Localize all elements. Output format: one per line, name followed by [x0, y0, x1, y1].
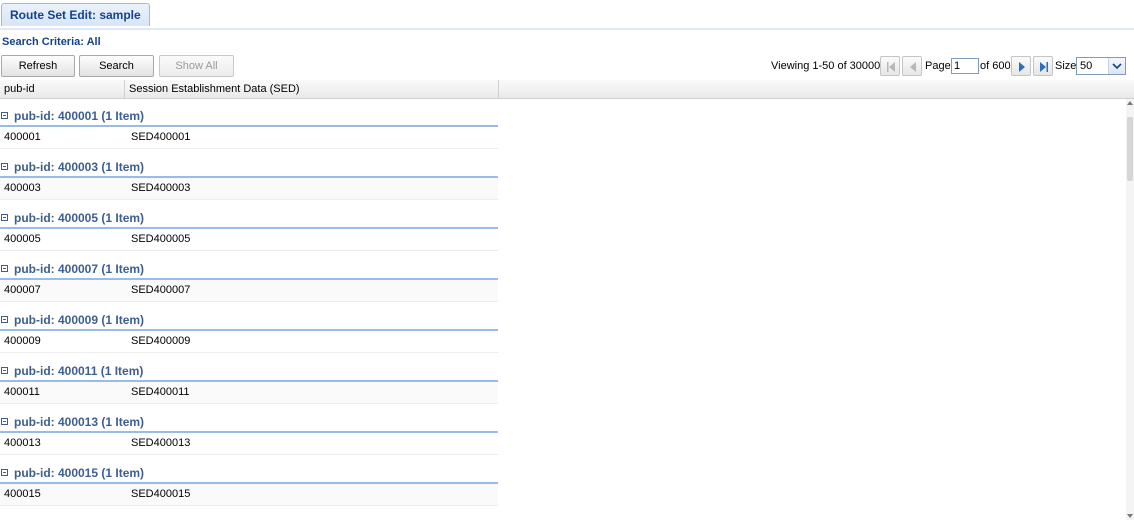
- group: pub-id: 400013 (1 Item) 400013 SED400013: [0, 411, 498, 455]
- table-row[interactable]: 400011 SED400011: [0, 382, 498, 404]
- table-row[interactable]: 400001 SED400001: [0, 127, 498, 149]
- sed-cell: SED400001: [131, 131, 191, 143]
- group-header[interactable]: pub-id: 400005 (1 Item): [0, 207, 498, 229]
- vertical-scrollbar[interactable]: [1126, 99, 1134, 520]
- search-criteria-label: Search Criteria: All: [2, 36, 101, 48]
- group-header[interactable]: pub-id: 400013 (1 Item): [0, 411, 498, 433]
- first-page-icon: [887, 62, 895, 72]
- group-title: pub-id: 400011 (1 Item): [14, 364, 144, 378]
- show-all-button[interactable]: Show All: [159, 55, 234, 77]
- collapse-icon[interactable]: [1, 214, 8, 221]
- next-page-button[interactable]: [1011, 56, 1031, 76]
- sed-cell: SED400011: [131, 386, 190, 398]
- chevron-down-icon: [1112, 63, 1122, 70]
- sed-cell: SED400007: [131, 284, 191, 296]
- viewing-range-text: Viewing 1-50 of 30000: [771, 60, 881, 72]
- sed-cell: SED400005: [131, 233, 191, 245]
- next-page-icon: [1019, 62, 1025, 72]
- group-title: pub-id: 400015 (1 Item): [14, 466, 145, 480]
- group-title: pub-id: 400003 (1 Item): [14, 160, 145, 174]
- table-row[interactable]: 400003 SED400003: [0, 178, 498, 200]
- tab-bar: Route Set Edit: sample: [0, 0, 1134, 29]
- pub-id-cell: 400007: [4, 284, 41, 296]
- group: pub-id: 400005 (1 Item) 400005 SED400005: [0, 207, 498, 251]
- page-label: Page: [925, 60, 951, 72]
- group-header[interactable]: pub-id: 400011 (1 Item): [0, 360, 498, 382]
- size-label: Size: [1055, 60, 1077, 72]
- pub-id-cell: 400011: [4, 386, 40, 398]
- group: pub-id: 400015 (1 Item) 400015 SED400015: [0, 462, 498, 506]
- group: pub-id: 400009 (1 Item) 400009 SED400009: [0, 309, 498, 353]
- column-header-sed[interactable]: Session Establishment Data (SED): [125, 80, 499, 98]
- group: pub-id: 400007 (1 Item) 400007 SED400007: [0, 258, 498, 302]
- group: pub-id: 400011 (1 Item) 400011 SED400011: [0, 360, 498, 404]
- collapse-icon[interactable]: [1, 367, 8, 374]
- group-header[interactable]: pub-id: 400009 (1 Item): [0, 309, 498, 331]
- last-page-button[interactable]: [1033, 56, 1053, 76]
- search-button[interactable]: Search: [79, 55, 154, 77]
- table-row[interactable]: 400007 SED400007: [0, 280, 498, 302]
- grouped-grid: pub-id: 400001 (1 Item) 400001 SED400001 …: [0, 99, 1126, 520]
- scrollbar-thumb[interactable]: [1127, 117, 1133, 181]
- group-header[interactable]: pub-id: 400015 (1 Item): [0, 462, 498, 484]
- scroll-down-icon[interactable]: [1127, 514, 1133, 518]
- page-size-value: 50: [1080, 60, 1093, 72]
- pub-id-cell: 400013: [4, 437, 41, 449]
- sed-cell: SED400013: [131, 437, 191, 449]
- pub-id-cell: 400009: [4, 335, 41, 347]
- pub-id-cell: 400015: [4, 488, 41, 500]
- collapse-icon[interactable]: [1, 163, 8, 170]
- pub-id-cell: 400001: [4, 131, 41, 143]
- collapse-icon[interactable]: [1, 112, 8, 119]
- collapse-icon[interactable]: [1, 265, 8, 272]
- page-count-label: of 600: [980, 60, 1011, 72]
- collapse-icon[interactable]: [1, 418, 8, 425]
- group-header[interactable]: pub-id: 400003 (1 Item): [0, 156, 498, 178]
- collapse-icon[interactable]: [1, 316, 8, 323]
- table-row[interactable]: 400013 SED400013: [0, 433, 498, 455]
- sed-cell: SED400003: [131, 182, 191, 194]
- tab-divider: [0, 28, 1134, 30]
- group-title: pub-id: 400007 (1 Item): [14, 262, 145, 276]
- page-size-select[interactable]: 50: [1076, 57, 1126, 75]
- pub-id-cell: 400005: [4, 233, 41, 245]
- group-title: pub-id: 400001 (1 Item): [14, 109, 145, 123]
- sed-cell: SED400009: [131, 335, 191, 347]
- first-page-button[interactable]: [880, 56, 900, 76]
- tab-route-set-edit[interactable]: Route Set Edit: sample: [1, 3, 150, 26]
- table-row[interactable]: 400015 SED400015: [0, 484, 498, 506]
- prev-page-icon: [910, 62, 916, 72]
- grid-header: pub-id Session Establishment Data (SED): [0, 80, 1134, 99]
- group: pub-id: 400001 (1 Item) 400001 SED400001: [0, 105, 498, 149]
- collapse-icon[interactable]: [1, 469, 8, 476]
- table-row[interactable]: 400009 SED400009: [0, 331, 498, 353]
- prev-page-button[interactable]: [902, 56, 922, 76]
- group: pub-id: 400003 (1 Item) 400003 SED400003: [0, 156, 498, 200]
- group-title: pub-id: 400013 (1 Item): [14, 415, 145, 429]
- column-header-pub-id[interactable]: pub-id: [0, 80, 125, 98]
- page-size-dropdown-button[interactable]: [1108, 58, 1125, 74]
- group-header[interactable]: pub-id: 400007 (1 Item): [0, 258, 498, 280]
- table-row[interactable]: 400005 SED400005: [0, 229, 498, 251]
- scroll-up-icon[interactable]: [1127, 101, 1133, 105]
- pub-id-cell: 400003: [4, 182, 41, 194]
- group-title: pub-id: 400005 (1 Item): [14, 211, 145, 225]
- sed-cell: SED400015: [131, 488, 191, 500]
- group-header[interactable]: pub-id: 400001 (1 Item): [0, 105, 498, 127]
- last-page-icon: [1040, 62, 1048, 72]
- group-title: pub-id: 400009 (1 Item): [14, 313, 145, 327]
- refresh-button[interactable]: Refresh: [1, 55, 75, 77]
- page-number-input[interactable]: [951, 58, 979, 74]
